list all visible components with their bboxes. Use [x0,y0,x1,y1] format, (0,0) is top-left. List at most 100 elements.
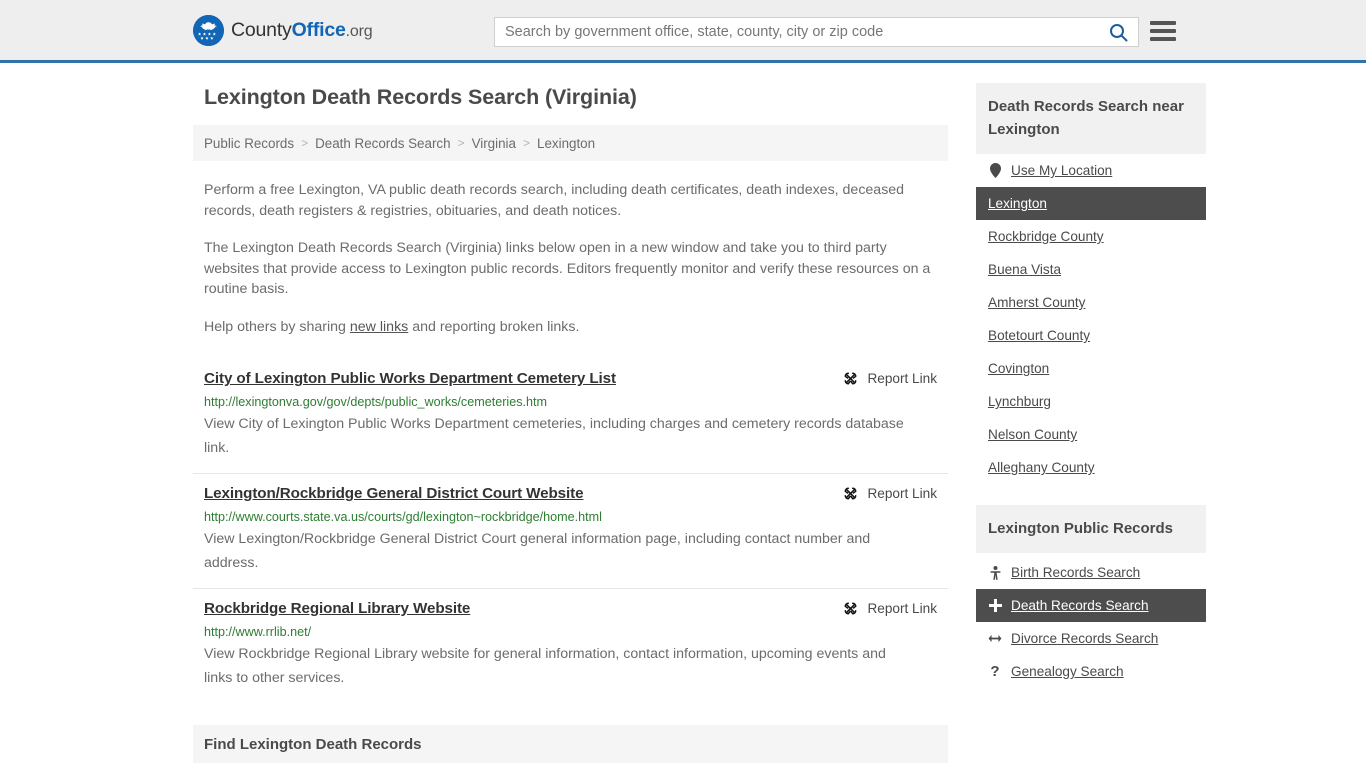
sidebar-link-lynchburg[interactable]: Lynchburg [988,394,1051,409]
sidebar-link-rockbridge-county[interactable]: Rockbridge County [988,229,1104,244]
nearby-locations-list: Use My Location Lexington Rockbridge Cou… [976,154,1206,484]
report-link-label: Report Link [867,371,937,386]
sidebar-item-amherst-county[interactable]: Amherst County [976,286,1206,319]
hamburger-bar [1150,37,1176,41]
sidebar-item-rockbridge-county[interactable]: Rockbridge County [976,220,1206,253]
sidebar-item-lexington[interactable]: Lexington [976,187,1206,220]
sidebar-item-botetourt-county[interactable]: Botetourt County [976,319,1206,352]
site-header: CountyOffice.org [0,0,1366,63]
main-content: Lexington Death Records Search (Virginia… [193,63,948,768]
report-link-button[interactable]: Report Link [842,485,937,502]
search-button[interactable] [1098,18,1138,46]
hamburger-menu-icon[interactable] [1150,20,1176,42]
double-arrow-icon [988,633,1002,644]
breadcrumb-item-lexington[interactable]: Lexington [537,136,595,151]
public-records-list: Birth Records Search Death Records Searc… [976,556,1206,688]
result-description: View Lexington/Rockbridge General Distri… [204,531,871,571]
logo-wordmark: CountyOffice.org [231,18,373,42]
site-logo[interactable]: CountyOffice.org [193,14,373,46]
intro-help-paragraph: Help others by sharing new links and rep… [204,317,937,338]
help-prefix: Help others by sharing [204,318,350,335]
breadcrumb-separator: > [522,136,530,150]
breadcrumb-separator: > [301,136,309,150]
genealogy-search-link[interactable]: Genealogy Search [1011,664,1124,679]
report-link-label: Report Link [867,601,937,616]
intro-paragraph-2: The Lexington Death Records Search (Virg… [204,240,931,297]
public-records-heading: Lexington Public Records [976,505,1206,553]
result-item: Lexington/Rockbridge General District Co… [193,473,948,588]
baby-icon [988,565,1002,580]
sidebar-item-death-records-search[interactable]: Death Records Search [976,589,1206,622]
breadcrumb-item-death-records-search[interactable]: Death Records Search [315,136,450,151]
report-link-label: Report Link [867,486,937,501]
report-link-button[interactable]: Report Link [842,370,937,387]
sidebar-link-lexington[interactable]: Lexington [988,196,1047,211]
hamburger-bar [1150,21,1176,25]
broken-link-icon [845,487,857,500]
breadcrumb: Public Records > Death Records Search > … [193,125,948,161]
death-records-search-link[interactable]: Death Records Search [1011,598,1149,613]
sidebar-item-covington[interactable]: Covington [976,352,1206,385]
birth-records-search-link[interactable]: Birth Records Search [1011,565,1140,580]
intro-text: Perform a free Lexington, VA public deat… [193,180,948,337]
sidebar-item-buena-vista[interactable]: Buena Vista [976,253,1206,286]
result-title-link[interactable]: Lexington/Rockbridge General District Co… [204,484,584,504]
question-mark-icon: ? [988,664,1002,679]
logo-text-office: Office [291,18,346,41]
eagle-seal-icon [193,14,224,46]
broken-link-icon [845,372,857,385]
result-title-link[interactable]: City of Lexington Public Works Departmen… [204,369,616,389]
result-url-link[interactable]: http://lexingtonva.gov/gov/depts/public_… [204,394,937,410]
sidebar-link-alleghany-county[interactable]: Alleghany County [988,460,1095,475]
sidebar-link-nelson-county[interactable]: Nelson County [988,427,1077,442]
report-link-button[interactable]: Report Link [842,600,937,617]
search-input[interactable] [495,18,1098,46]
result-item: Rockbridge Regional Library Website Repo… [193,588,948,703]
result-url-link[interactable]: http://www.courts.state.va.us/courts/gd/… [204,509,937,525]
sidebar-link-amherst-county[interactable]: Amherst County [988,295,1085,310]
page-body: Lexington Death Records Search (Virginia… [0,63,1366,768]
sidebar-item-use-my-location[interactable]: Use My Location [976,154,1206,187]
intro-paragraph-1: Perform a free Lexington, VA public deat… [204,182,905,219]
nearby-search-heading: Death Records Search near Lexington [976,83,1206,154]
search-icon [1109,23,1127,41]
breadcrumb-item-public-records[interactable]: Public Records [204,136,294,151]
sidebar-item-alleghany-county[interactable]: Alleghany County [976,451,1206,484]
breadcrumb-separator: > [457,136,465,150]
result-header: Lexington/Rockbridge General District Co… [204,484,937,504]
sidebar-item-genealogy-search[interactable]: ? Genealogy Search [976,655,1206,688]
sidebar-link-buena-vista[interactable]: Buena Vista [988,262,1061,277]
result-title-link[interactable]: Rockbridge Regional Library Website [204,599,470,619]
result-description: View City of Lexington Public Works Depa… [204,416,904,456]
sidebar-item-lynchburg[interactable]: Lynchburg [976,385,1206,418]
result-description: View Rockbridge Regional Library website… [204,646,886,686]
sidebar-item-nelson-county[interactable]: Nelson County [976,418,1206,451]
sidebar-item-birth-records-search[interactable]: Birth Records Search [976,556,1206,589]
broken-link-icon [845,602,857,615]
search-box [494,17,1139,47]
result-item: City of Lexington Public Works Departmen… [193,359,948,473]
help-suffix: and reporting broken links. [408,318,580,335]
sidebar: Death Records Search near Lexington Use … [976,63,1206,768]
public-records-block: Lexington Public Records Birth Records S… [976,505,1206,688]
page-title: Lexington Death Records Search (Virginia… [204,85,637,109]
result-header: City of Lexington Public Works Departmen… [204,369,937,389]
sidebar-link-botetourt-county[interactable]: Botetourt County [988,328,1090,343]
find-records-heading: Find Lexington Death Records [193,725,948,763]
find-records-section: Find Lexington Death Records Lexington D… [193,725,948,768]
new-links-link[interactable]: new links [350,319,408,335]
hamburger-bar [1150,29,1176,33]
use-my-location-link[interactable]: Use My Location [1011,163,1112,178]
breadcrumb-item-virginia[interactable]: Virginia [472,136,516,151]
question-mark-glyph: ? [990,663,1000,680]
results-list: City of Lexington Public Works Departmen… [193,359,948,703]
result-url-link[interactable]: http://www.rrlib.net/ [204,624,937,640]
cross-icon [988,599,1002,612]
divorce-records-search-link[interactable]: Divorce Records Search [1011,631,1158,646]
logo-text-org: .org [345,22,373,40]
sidebar-item-divorce-records-search[interactable]: Divorce Records Search [976,622,1206,655]
result-header: Rockbridge Regional Library Website Repo… [204,599,937,619]
map-pin-icon [988,163,1002,178]
sidebar-link-covington[interactable]: Covington [988,361,1049,376]
logo-text-county: County [231,18,292,41]
